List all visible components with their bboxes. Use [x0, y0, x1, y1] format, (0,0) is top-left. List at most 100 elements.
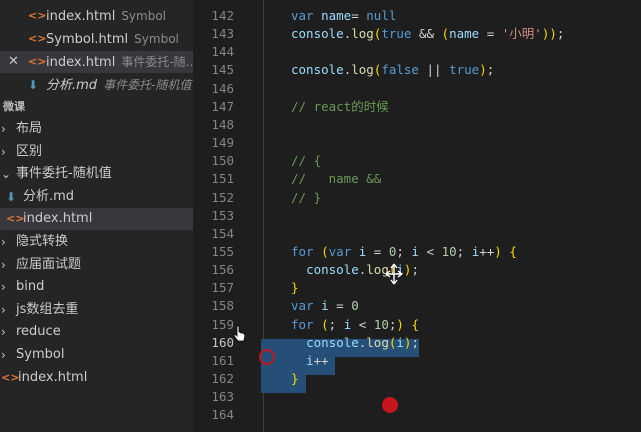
chevron-right-icon[interactable]: ›: [1, 276, 6, 298]
line-number: 149: [211, 135, 234, 151]
tree-item-label: 应届面试题: [16, 256, 82, 272]
line-number: 150: [211, 153, 234, 169]
move-cursor-icon: [385, 263, 403, 285]
line-number: 161: [211, 352, 234, 368]
line-number: 147: [211, 98, 234, 114]
line-number: 160: [211, 334, 234, 350]
fold-chevron-icon[interactable]: [233, 243, 245, 261]
file-name: Symbol.html: [46, 32, 129, 47]
code-line[interactable]: // name &&: [291, 170, 381, 188]
tree-folder[interactable]: › 布局: [0, 118, 193, 140]
code-line[interactable]: i++: [291, 352, 329, 370]
tree-folder[interactable]: › 区别: [0, 141, 193, 163]
line-number: 151: [211, 171, 234, 187]
tree-item-label: reduce: [16, 324, 61, 340]
tree-folder[interactable]: › js数组去重: [0, 299, 193, 321]
line-number: 158: [211, 298, 234, 314]
markdown-file-icon: ⬇: [28, 78, 39, 92]
open-editor-item[interactable]: <> Symbol.html Symbol: [0, 28, 193, 50]
tree-file[interactable]: <> index.html: [0, 367, 193, 389]
tree-item-label: 隐式转换: [16, 234, 69, 249]
line-number: 154: [211, 225, 234, 241]
code-line[interactable]: var name= null: [291, 7, 396, 25]
line-number: 162: [211, 371, 234, 386]
code-line[interactable]: for (var i = 0; i < 10; i++) {: [291, 243, 517, 261]
line-number: 163: [211, 389, 234, 405]
line-number: 144: [211, 44, 234, 60]
code-line[interactable]: }: [291, 370, 299, 388]
file-folder-hint: 事件委托-随机值: [103, 78, 192, 92]
line-number: 153: [211, 207, 234, 223]
line-number: 152: [211, 189, 234, 205]
tree-item-label: bind: [16, 279, 45, 295]
text-selection: [261, 375, 306, 393]
code-line[interactable]: for (; i < 10;) {: [291, 316, 419, 334]
code-line[interactable]: console.log(false || true);: [291, 61, 494, 79]
chevron-right-icon[interactable]: ›: [1, 344, 6, 366]
open-editor-item[interactable]: ✕ <> index.html 事件委托-随...: [0, 51, 193, 73]
tree-item-label: 事件委托-随机值: [16, 166, 112, 182]
chevron-right-icon[interactable]: ›: [1, 141, 6, 163]
line-number: 145: [211, 62, 234, 78]
code-line[interactable]: console.log(true && (name = '小明'));: [291, 25, 564, 43]
chevron-right-icon[interactable]: ›: [1, 231, 6, 253]
html-file-icon: <>: [1, 370, 20, 384]
tree-folder[interactable]: › reduce: [0, 321, 193, 343]
cursor-dot-indicator: [382, 397, 398, 413]
markdown-file-icon: ⬇: [6, 189, 17, 204]
line-number: 155: [211, 243, 234, 259]
chevron-right-icon[interactable]: ›: [1, 118, 6, 140]
chevron-right-icon[interactable]: ›: [1, 254, 6, 276]
click-ring-indicator: [259, 349, 275, 365]
line-number: 146: [211, 80, 234, 96]
tree-folder[interactable]: › 应届面试题: [0, 254, 193, 276]
pointer-cursor-icon: [233, 325, 246, 342]
line-number: 142: [211, 8, 234, 23]
file-name: index.html: [46, 9, 116, 24]
open-editor-label: index.html 事件委托-随...: [46, 51, 193, 73]
code-line[interactable]: console.log(i);: [291, 334, 419, 352]
chevron-right-icon[interactable]: ›: [1, 321, 6, 343]
line-number: 159: [211, 316, 234, 332]
explorer-section-title[interactable]: 微课: [0, 97, 193, 117]
code-line[interactable]: // }: [291, 189, 321, 207]
line-number: 143: [211, 26, 234, 42]
html-file-icon: <>: [28, 9, 47, 22]
open-editor-label: 分析.md 事件委托-随机值: [46, 74, 191, 96]
tree-item-label: Symbol: [16, 347, 65, 362]
tree-item-label: 布局: [16, 121, 43, 136]
line-number: 148: [211, 116, 234, 132]
code-line[interactable]: var i = 0: [291, 297, 359, 315]
line-number: 157: [211, 280, 234, 296]
code-line[interactable]: }: [291, 279, 299, 297]
line-number: 156: [211, 262, 234, 278]
html-file-icon: <>: [28, 32, 47, 45]
chevron-right-icon[interactable]: ›: [1, 299, 6, 321]
tree-folder[interactable]: ⌄ 事件委托-随机值: [0, 163, 193, 185]
tree-folder[interactable]: › Symbol: [0, 344, 193, 366]
file-folder-hint: 事件委托-随...: [121, 55, 193, 69]
code-line[interactable]: // react的时候: [291, 98, 389, 116]
tree-file[interactable]: <> index.html: [0, 208, 193, 231]
file-name: index.html: [46, 55, 116, 70]
html-file-icon: <>: [28, 55, 47, 68]
tree-item-label: 区别: [16, 143, 43, 159]
open-editor-label: index.html Symbol: [46, 5, 166, 27]
open-editor-item[interactable]: <> index.html Symbol: [0, 5, 193, 27]
tree-folder[interactable]: › 隐式转换: [0, 231, 193, 253]
chevron-down-icon[interactable]: ⌄: [1, 163, 11, 185]
tree-file[interactable]: ⬇ 分析.md: [0, 186, 193, 208]
open-editor-item[interactable]: ⬇ 分析.md 事件委托-随机值: [0, 74, 193, 96]
tree-item-label: index.html: [18, 369, 88, 385]
file-folder-hint: Symbol: [121, 9, 167, 23]
explorer-sidebar: <> index.html Symbol <> Symbol.html Symbol ✕ <>…: [0, 0, 193, 432]
line-number: 164: [211, 407, 234, 423]
code-editor[interactable]: 142 var name= null 143 console.log(true && …: [193, 0, 641, 432]
tree-item-label: 分析.md: [23, 188, 75, 204]
close-icon[interactable]: ✕: [8, 51, 19, 73]
code-line[interactable]: // {: [291, 152, 321, 170]
tree-folder[interactable]: › bind: [0, 276, 193, 298]
html-file-icon: <>: [6, 212, 25, 226]
open-editor-label: Symbol.html Symbol: [46, 28, 179, 50]
file-name: 分析.md: [46, 78, 98, 93]
